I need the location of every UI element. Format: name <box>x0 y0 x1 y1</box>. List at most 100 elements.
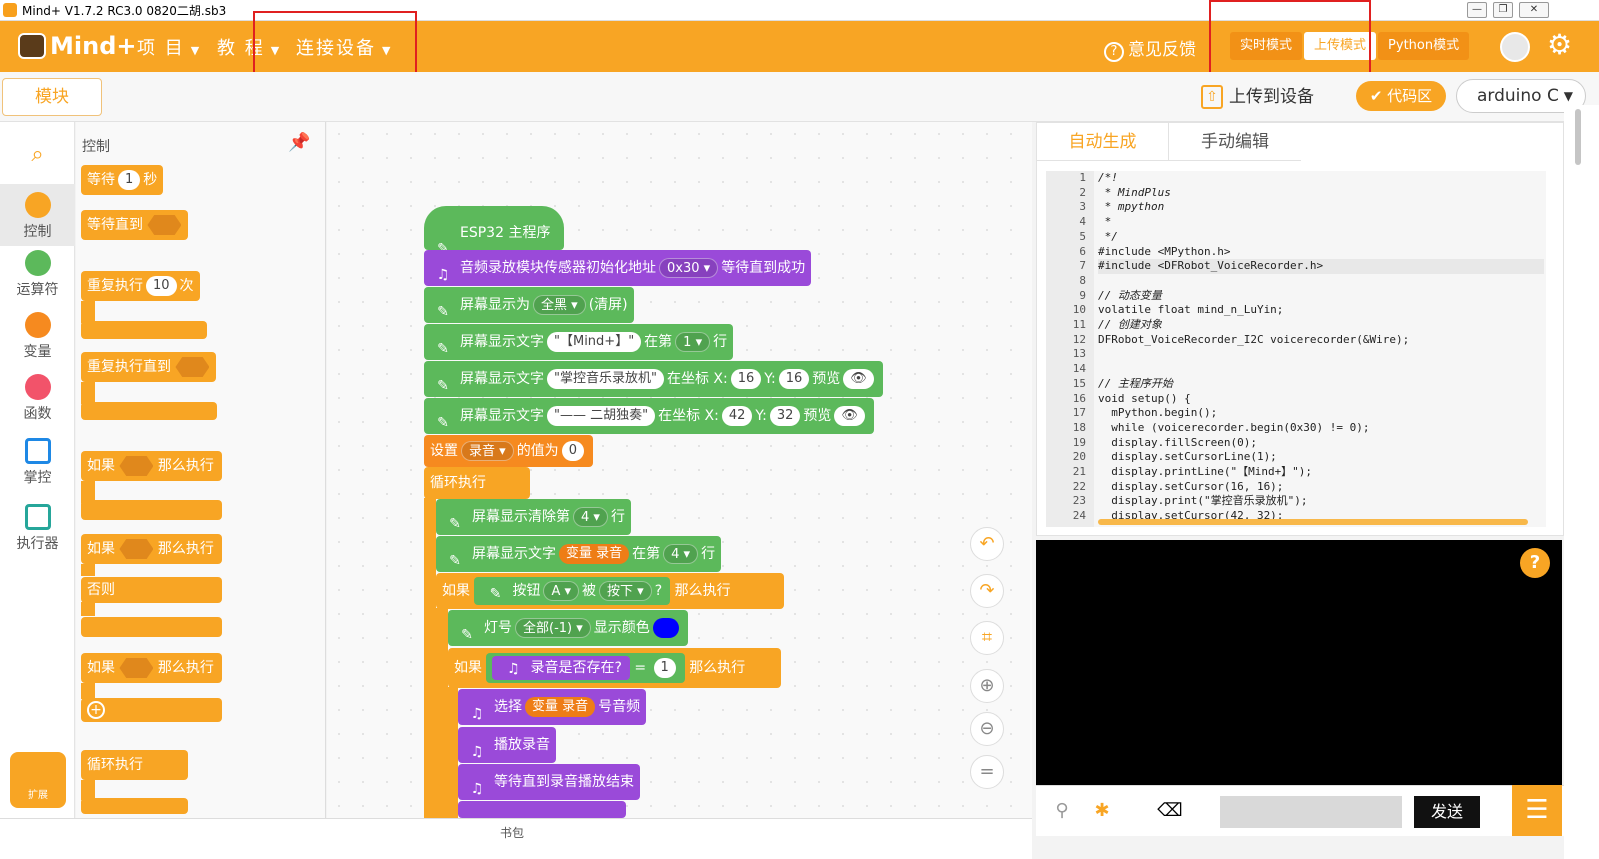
block-set-variable[interactable]: 设置 录音 ▾ 的值为 0 <box>424 435 593 467</box>
upload-to-device-button[interactable]: ⇧ 上传到设备 <box>1201 82 1314 109</box>
mpython-icon: ✎ <box>437 341 449 357</box>
mpython-icon: ✎ <box>437 415 449 431</box>
mpython-icon: ✎ <box>461 627 473 643</box>
music-note-icon: ♫ <box>470 744 484 760</box>
redo-icon[interactable]: ↷ <box>970 574 1004 608</box>
code-region-toggle[interactable]: ✔ 代码区 <box>1356 81 1446 111</box>
code-line: // 主程序开始 <box>1098 376 1173 390</box>
code-line: * MindPlus <box>1098 185 1171 199</box>
robot-face-icon <box>18 33 46 59</box>
block-if-recording[interactable]: 如果 ♫ 录音是否存在? = 1 那么执行 <box>448 648 781 688</box>
music-note-icon: ♫ <box>470 706 484 722</box>
music-note-icon: ♫ <box>470 781 484 797</box>
mode-python[interactable]: Python模式 <box>1378 32 1470 60</box>
code-line: display.setCursorLine(1); <box>1098 450 1277 464</box>
maximize-button[interactable]: ❐ <box>1493 2 1513 18</box>
disconnect-icon[interactable]: ✱ <box>1086 796 1118 828</box>
music-note-icon: ♫ <box>507 661 520 677</box>
line-number: 16 <box>1072 391 1086 405</box>
button-pressed-condition: ✎ 按钮 A ▾ 被按下 ▾? <box>474 577 671 605</box>
crop-icon[interactable]: ⌗ <box>970 621 1004 655</box>
block-screen-text-var[interactable]: ✎ 屏幕显示文字 变量 录音 在第 4 ▾ 行 <box>436 536 722 572</box>
block-partial[interactable] <box>458 801 626 818</box>
gear-icon[interactable]: ⚙ <box>1547 30 1572 60</box>
category-actuator[interactable]: 执行器 <box>0 504 75 553</box>
block-wait-play-end[interactable]: ♫ 等待直到录音播放结束 <box>458 764 640 800</box>
code-lines: /*! * MindPlus * mpython * */#include <M… <box>1098 171 1544 524</box>
code-line: display.print("掌控音乐录放机"); <box>1098 494 1308 508</box>
block-forever-loop[interactable]: 循环执行 <box>424 467 530 499</box>
block-if-then-2[interactable]: 如果 那么执行 <box>81 653 222 683</box>
eye-icon: 👁 <box>834 406 865 426</box>
pin-icon[interactable]: 📌 <box>288 132 310 153</box>
c-block-arm <box>81 683 95 699</box>
line-number: 24 <box>1072 509 1086 523</box>
serial-toolbar: ⚲ ✱ ⌫ 发送 <box>1036 785 1564 836</box>
tab-modules[interactable]: 模块 <box>2 78 102 116</box>
zoom-out-icon[interactable]: ⊖ <box>970 712 1004 746</box>
minimize-button[interactable]: — <box>1467 2 1487 18</box>
mpython-icon: ✎ <box>449 516 461 532</box>
code-line: display.printLine("【Mind+】"); <box>1098 465 1313 479</box>
feedback-button[interactable]: ? 意见反馈 <box>1104 35 1196 62</box>
search-icon[interactable]: ⌕ <box>0 142 75 167</box>
category-mpython[interactable]: 掌控 <box>0 438 75 487</box>
vertical-scrollbar[interactable] <box>1564 105 1599 859</box>
clear-icon[interactable]: ⌫ <box>1154 796 1186 828</box>
extension-button[interactable]: 扩展 <box>10 752 66 808</box>
sub-toolbar: 模块 ⇧ 上传到设备 ✔ 代码区 arduino C ▼ <box>0 72 1599 122</box>
zoom-reset-icon[interactable]: = <box>970 755 1004 789</box>
block-screen-text-line[interactable]: ✎ 屏幕显示文字 "【Mind+】" 在第 1 ▾ 行 <box>424 324 734 360</box>
block-voice-init[interactable]: ♫ 音频录放模块传感器初始化地址 0x30 ▾ 等待直到成功 <box>424 250 812 286</box>
category-operators[interactable]: 运算符 <box>0 250 75 299</box>
mindplus-logo: Mind+ <box>18 29 136 63</box>
block-screen-clear-line[interactable]: ✎ 屏幕显示清除第 4 ▾ 行 <box>436 499 631 535</box>
line-number: 1 <box>1079 171 1086 184</box>
category-control[interactable]: 控制 <box>0 184 75 246</box>
block-if-button[interactable]: 如果 ✎ 按钮 A ▾ 被按下 ▾? 那么执行 <box>436 573 784 609</box>
block-screen-fill[interactable]: ✎ 屏幕显示为 全黑 ▾ (清屏) <box>424 287 634 323</box>
line-number: 10 <box>1072 303 1086 317</box>
c-block-arm <box>81 382 95 404</box>
block-select-audio[interactable]: ♫ 选择 变量 录音 号音频 <box>458 689 647 725</box>
line-number: 2 <box>1079 185 1086 199</box>
usb-icon[interactable]: ⚲ <box>1046 796 1078 828</box>
recording-exists-reporter: ♫ 录音是否存在? <box>492 656 630 680</box>
category-functions[interactable]: 函数 <box>0 374 75 423</box>
if-arm <box>448 687 458 818</box>
undo-icon[interactable]: ↶ <box>970 527 1004 561</box>
tab-manual-edit[interactable]: 手动编辑 <box>1169 123 1301 161</box>
block-wait-until[interactable]: 等待直到 <box>81 210 188 240</box>
block-screen-text-xy-1[interactable]: ✎ 屏幕显示文字 "掌控音乐录放机" 在坐标 X: 16 Y: 16 预览 👁 <box>424 361 883 397</box>
block-if-then[interactable]: 如果 那么执行 <box>81 451 222 481</box>
block-led-color[interactable]: ✎ 灯号 全部(-1) ▾ 显示颜色 <box>448 610 688 646</box>
block-play-recording[interactable]: ♫ 播放录音 <box>458 727 556 763</box>
list-menu-icon[interactable]: ☰ <box>1512 785 1562 836</box>
help-icon[interactable]: ? <box>1520 548 1550 578</box>
backpack-bar[interactable]: 书包 <box>0 818 1032 859</box>
block-repeat-until[interactable]: 重复执行直到 <box>81 352 216 382</box>
serial-input[interactable] <box>1220 796 1402 828</box>
code-editor[interactable]: 1 2 3 4 5 6 7 8 9 10 11 12 13 14 15 16 17 18 19 20 21 22 23 24 … <box>1046 171 1546 527</box>
avatar[interactable] <box>1500 32 1530 62</box>
block-if-else[interactable]: 如果 那么执行 <box>81 534 222 564</box>
question-icon: ? <box>1104 42 1124 62</box>
block-screen-text-xy-2[interactable]: ✎ 屏幕显示文字 "—— 二胡独奏" 在坐标 X: 42 Y: 32 预览 👁 <box>424 398 874 434</box>
tab-auto-generate[interactable]: 自动生成 <box>1037 123 1169 161</box>
send-button[interactable]: 发送 <box>1414 796 1480 828</box>
close-button[interactable]: ✕ <box>1519 2 1549 18</box>
zoom-in-icon[interactable]: ⊕ <box>970 669 1004 703</box>
chip-icon <box>24 438 51 464</box>
c-block-foot <box>81 402 217 420</box>
horizontal-scrollbar[interactable] <box>1098 519 1528 525</box>
block-repeat[interactable]: 重复执行 10 次 <box>81 271 200 301</box>
line-number: 4 <box>1079 215 1086 229</box>
category-variables[interactable]: 变量 <box>0 312 75 361</box>
line-number: 12 <box>1072 332 1086 346</box>
if-arm <box>436 608 448 818</box>
block-forever[interactable]: 循环执行 <box>81 750 188 780</box>
menu-project[interactable]: 项 目 ▼ <box>137 34 201 60</box>
hat-block-esp32-main[interactable]: ✎ESP32 主程序 <box>424 206 564 257</box>
block-wait[interactable]: 等待 1 秒 <box>81 165 164 195</box>
